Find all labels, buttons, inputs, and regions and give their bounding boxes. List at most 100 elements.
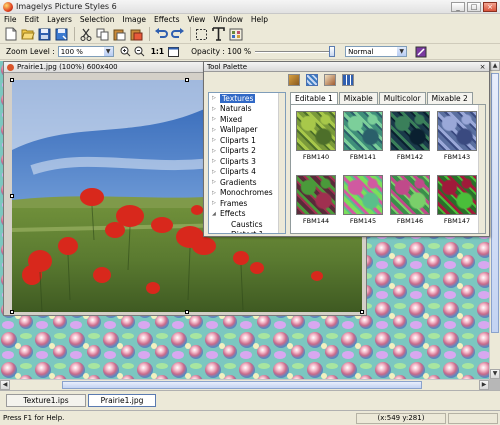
texture-thumbnail[interactable]: FBM142 bbox=[388, 108, 432, 166]
paste-button[interactable] bbox=[112, 27, 127, 42]
copy-button[interactable] bbox=[95, 27, 110, 42]
texture-thumbnail[interactable]: FBM143 bbox=[435, 108, 479, 166]
texture-thumbnail[interactable]: FBM140 bbox=[294, 108, 338, 166]
chevron-right-icon: ▷ bbox=[212, 200, 216, 207]
category-item[interactable]: ▷ Wallpaper bbox=[209, 125, 285, 136]
gallery-button[interactable] bbox=[228, 27, 243, 42]
horizontal-scrollbar[interactable]: ◀ ▶ bbox=[0, 379, 489, 390]
opacity-slider[interactable] bbox=[255, 46, 336, 57]
scroll-right-button[interactable]: ▶ bbox=[479, 380, 489, 390]
open-icon bbox=[20, 29, 35, 40]
brush-tool-icon[interactable] bbox=[324, 74, 336, 86]
zoom-out-button[interactable] bbox=[134, 44, 146, 59]
vertical-scrollbar[interactable]: ▲ ▼ bbox=[489, 61, 500, 379]
category-item[interactable]: ▷ Textures bbox=[209, 93, 285, 104]
redo-button[interactable] bbox=[170, 27, 185, 42]
menu-window[interactable]: Window bbox=[213, 15, 243, 24]
open-button[interactable] bbox=[20, 27, 35, 42]
color-picker-button[interactable] bbox=[413, 44, 428, 59]
texture-label: FBM146 bbox=[396, 217, 424, 225]
selection-handle[interactable] bbox=[10, 78, 14, 82]
texture-thumbnail[interactable]: FBM144 bbox=[294, 172, 338, 230]
save-icon bbox=[38, 28, 51, 40]
text-button[interactable] bbox=[211, 27, 226, 42]
paste-new-icon bbox=[130, 29, 143, 40]
thumbnail-scrollbar[interactable] bbox=[478, 105, 485, 233]
palette-close-button[interactable]: × bbox=[478, 63, 487, 71]
menu-help[interactable]: Help bbox=[251, 15, 268, 24]
vertical-scroll-thumb[interactable] bbox=[491, 73, 499, 333]
save-button[interactable] bbox=[37, 27, 52, 42]
actual-size-button[interactable]: 1:1 bbox=[151, 47, 164, 56]
selection-handle[interactable] bbox=[10, 194, 14, 198]
tab-mixable-2[interactable]: Mixable 2 bbox=[426, 92, 473, 104]
category-item[interactable]: ◢ Effects bbox=[209, 209, 285, 220]
category-scrollbar[interactable] bbox=[278, 93, 285, 233]
opacity-label: Opacity : 100 % bbox=[191, 47, 252, 56]
menu-edit[interactable]: Edit bbox=[25, 15, 40, 24]
menu-selection[interactable]: Selection bbox=[80, 15, 115, 24]
category-item[interactable]: ▷ Gradients bbox=[209, 177, 285, 188]
scroll-left-button[interactable]: ◀ bbox=[0, 380, 10, 390]
menu-image[interactable]: Image bbox=[123, 15, 147, 24]
doc-tab-label: Prairie1.jpg bbox=[100, 396, 144, 405]
selection-handle[interactable] bbox=[185, 78, 189, 82]
cut-button[interactable] bbox=[78, 27, 93, 42]
horizontal-scroll-thumb[interactable] bbox=[62, 381, 422, 389]
selection-button[interactable] bbox=[194, 27, 209, 42]
category-item[interactable]: ▷ Cliparts 1 bbox=[209, 135, 285, 146]
texture-thumbnail[interactable]: FBM141 bbox=[341, 108, 385, 166]
category-item[interactable]: Caustics bbox=[209, 219, 285, 230]
menu-effects[interactable]: Effects bbox=[154, 15, 180, 24]
scroll-down-button[interactable]: ▼ bbox=[490, 369, 500, 379]
category-list[interactable]: ▷ Textures ▷ Naturals ▷ Mixed ▷ Wallpaper ▷ Clipa… bbox=[208, 92, 286, 234]
tab-multicolor[interactable]: Multicolor bbox=[378, 92, 426, 104]
tab-mixable[interactable]: Mixable bbox=[338, 92, 378, 104]
category-item[interactable]: ▷ Naturals bbox=[209, 104, 285, 115]
chevron-right-icon: ▷ bbox=[212, 126, 216, 133]
doc-tab-label: Texture1.ips bbox=[23, 396, 69, 405]
texture-thumbnail[interactable]: FBM147 bbox=[435, 172, 479, 230]
doc-tab-texture1[interactable]: Texture1.ips bbox=[6, 394, 86, 407]
category-item[interactable]: ▷ Cliparts 2 bbox=[209, 146, 285, 157]
category-item[interactable]: ▷ Cliparts 4 bbox=[209, 167, 285, 178]
doc-tab-prairie1[interactable]: Prairie1.jpg bbox=[88, 394, 156, 407]
zoom-in-icon bbox=[120, 46, 131, 57]
palette-title-bar[interactable]: Tool Palette bbox=[204, 62, 489, 72]
zoom-select[interactable]: 100 % ▼ bbox=[57, 46, 114, 57]
tool-palette[interactable]: Tool Palette × ▷ Textures ▷ Naturals ▷ Mixed ▷… bbox=[203, 61, 490, 237]
close-button[interactable]: × bbox=[483, 1, 497, 12]
blend-mode-select[interactable]: Normal ▼ bbox=[345, 46, 408, 57]
zoom-in-button[interactable] bbox=[120, 44, 132, 59]
options-toolbar: Zoom Level : 100 % ▼ 1:1 Opacity : 100 %… bbox=[0, 44, 500, 60]
category-item[interactable]: ▷ Mixed bbox=[209, 114, 285, 125]
document-icon bbox=[7, 63, 14, 71]
pattern-tool-icon[interactable] bbox=[306, 74, 318, 86]
category-item[interactable]: ▷ Monochromes bbox=[209, 188, 285, 199]
save-as-button[interactable] bbox=[54, 27, 69, 42]
scroll-up-button[interactable]: ▲ bbox=[490, 61, 500, 71]
new-button[interactable] bbox=[3, 27, 18, 42]
category-item[interactable]: Distort 1 bbox=[209, 230, 285, 233]
category-item[interactable]: ▷ Frames bbox=[209, 198, 285, 209]
selection-handle[interactable] bbox=[185, 310, 189, 314]
minimize-button[interactable]: _ bbox=[451, 1, 465, 12]
category-label: Mixed bbox=[220, 114, 243, 124]
fit-window-button[interactable] bbox=[167, 44, 179, 59]
maximize-button[interactable]: □ bbox=[467, 1, 481, 12]
selection-icon bbox=[196, 28, 207, 40]
texture-thumbnail-area: FBM140 FBM141 FBM142 FBM143 FBM144 FBM145 FBM1… bbox=[290, 104, 486, 234]
selection-handle[interactable] bbox=[360, 310, 364, 314]
texture-thumbnail[interactable]: FBM146 bbox=[388, 172, 432, 230]
menu-layers[interactable]: Layers bbox=[47, 15, 72, 24]
selection-handle[interactable] bbox=[10, 310, 14, 314]
undo-button[interactable] bbox=[153, 27, 168, 42]
grid-view-icon[interactable] bbox=[342, 74, 354, 86]
paste-new-button[interactable] bbox=[129, 27, 144, 42]
texture-tool-icon[interactable] bbox=[288, 74, 300, 86]
menu-file[interactable]: File bbox=[4, 15, 17, 24]
opacity-slider-thumb[interactable] bbox=[329, 46, 336, 57]
menu-view[interactable]: View bbox=[188, 15, 206, 24]
category-item[interactable]: ▷ Cliparts 3 bbox=[209, 156, 285, 167]
texture-thumbnail[interactable]: FBM145 bbox=[341, 172, 385, 230]
